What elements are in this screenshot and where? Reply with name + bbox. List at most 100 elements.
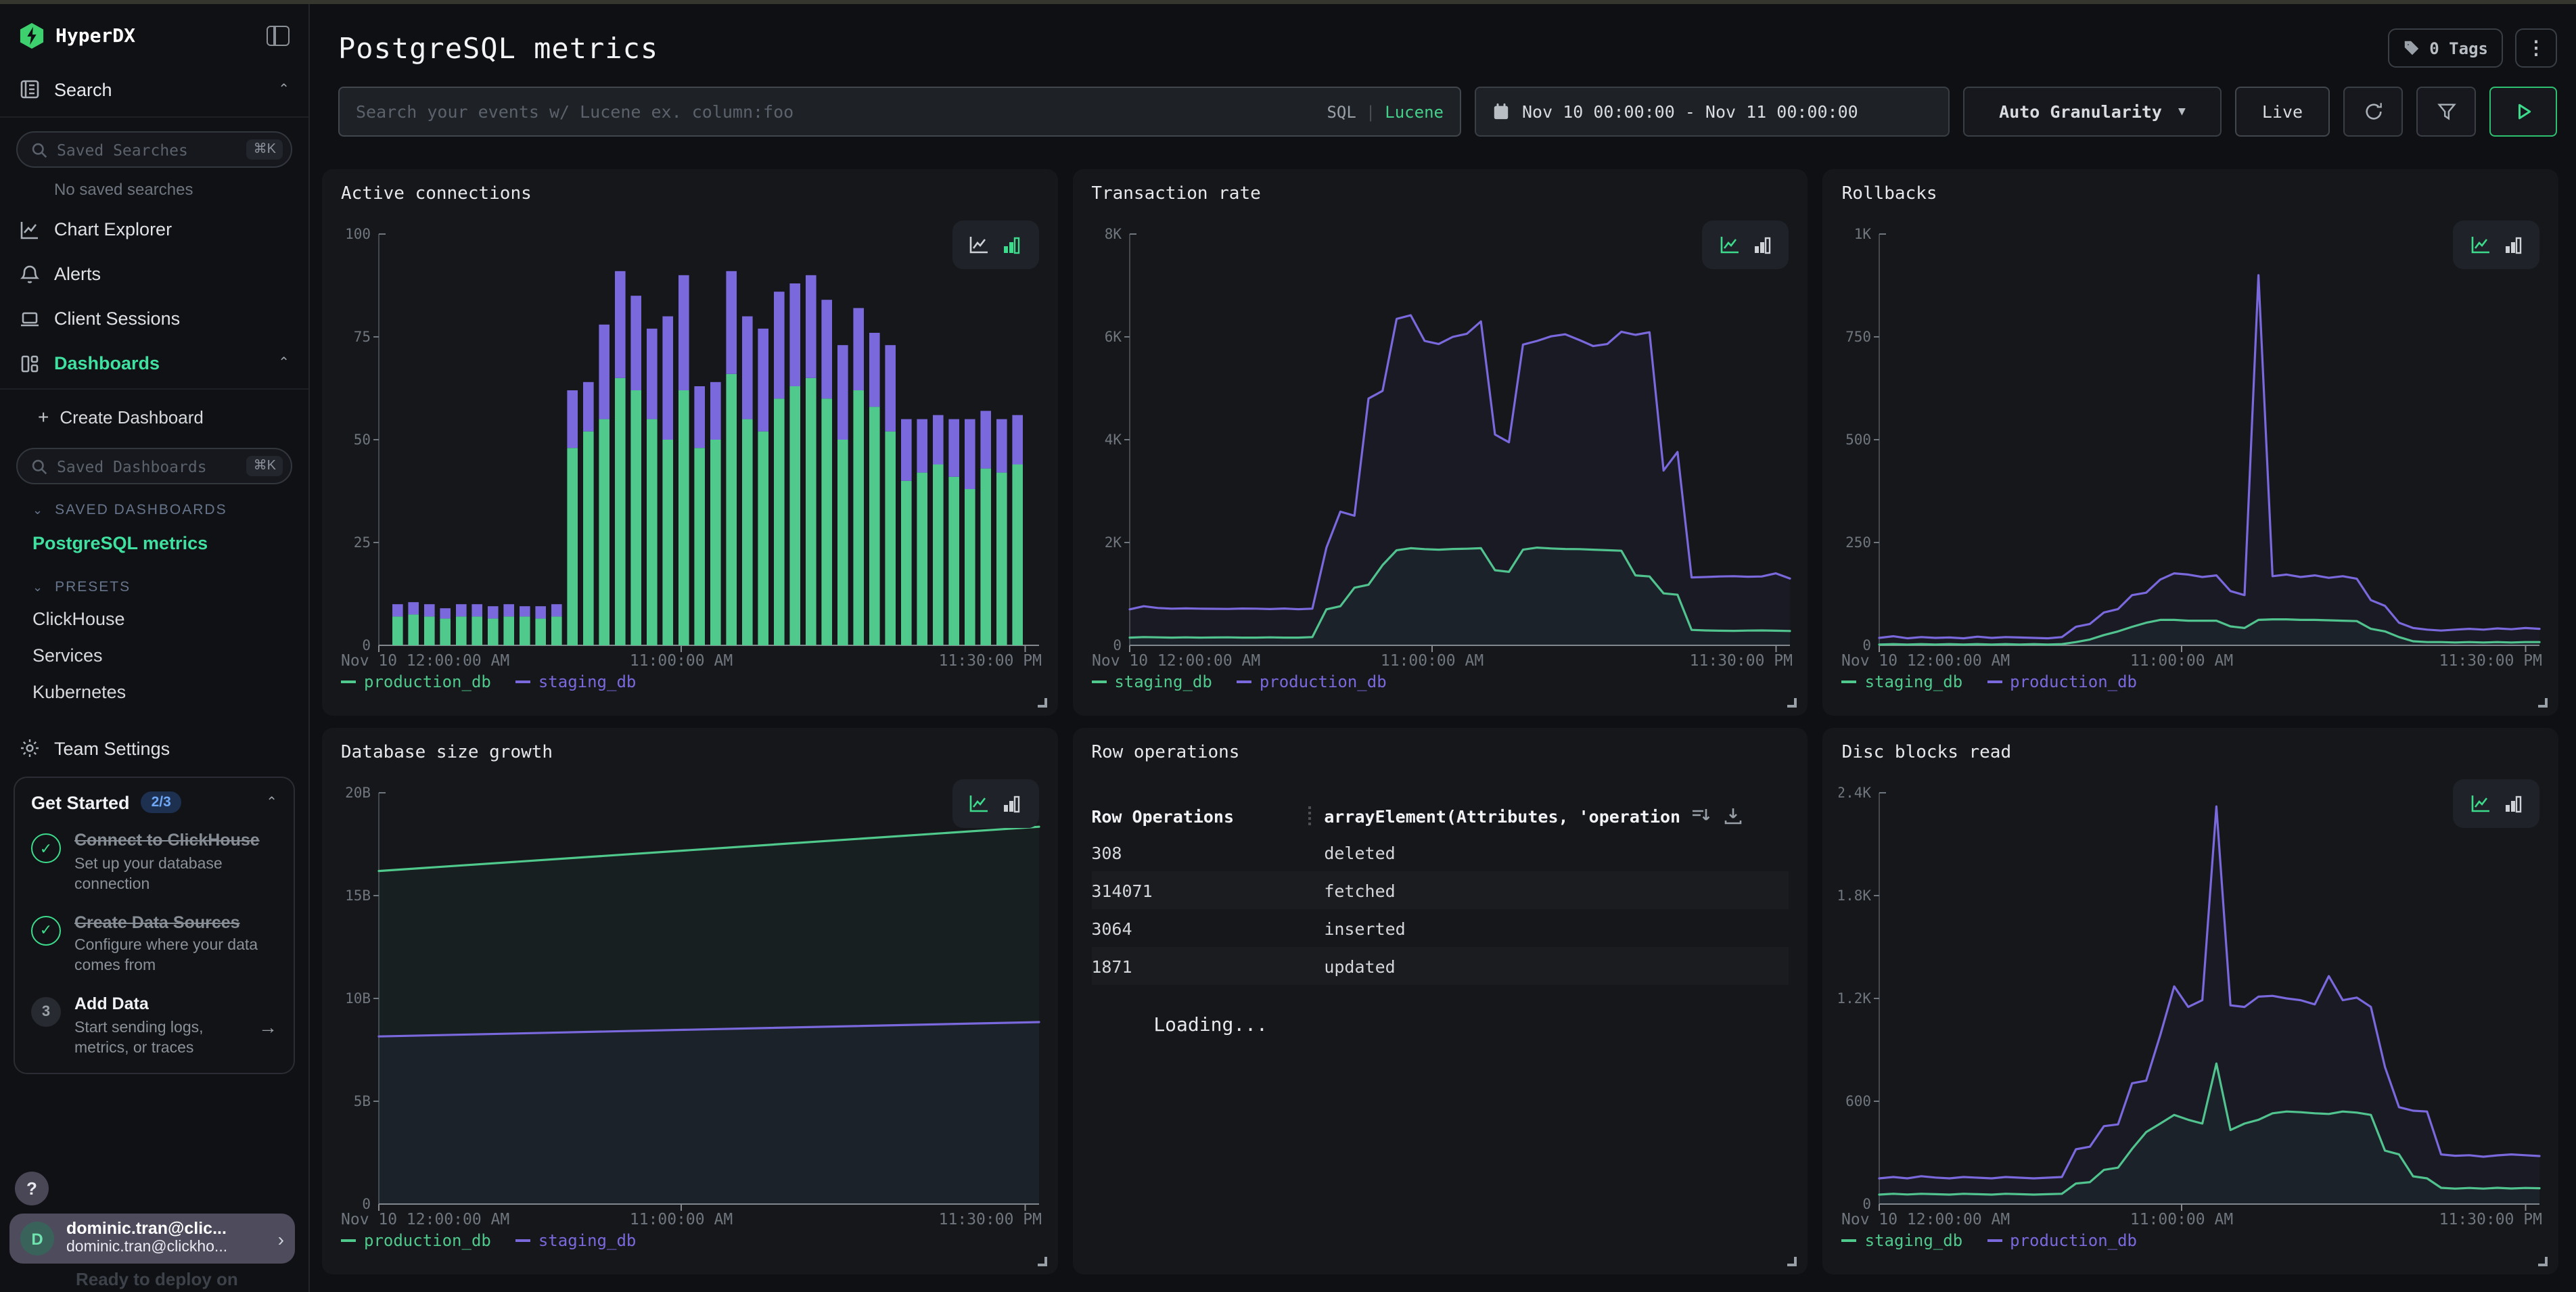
play-icon <box>2514 103 2532 120</box>
saved-dashboards-placeholder: Saved Dashboards <box>57 457 247 476</box>
table-cell-value: 1871 <box>1091 956 1308 976</box>
legend-item-production_db[interactable]: production_db <box>1987 672 2137 691</box>
svg-text:11:00:00 AM: 11:00:00 AM <box>1380 652 1483 670</box>
chart-type-toggle[interactable] <box>952 779 1038 828</box>
presets-section-header[interactable]: ⌄ PRESETS <box>32 579 308 595</box>
resize-handle-icon[interactable] <box>1037 698 1046 708</box>
search-placeholder: Search your events w/ Lucene ex. column:… <box>356 101 1327 122</box>
line-chart-icon[interactable] <box>969 794 989 813</box>
search-input[interactable]: Search your events w/ Lucene ex. column:… <box>338 87 1461 137</box>
svg-text:2K: 2K <box>1104 534 1122 551</box>
column-header[interactable]: arrayElement(Attributes, 'operation') <box>1324 806 1680 826</box>
sidebar-item-client-sessions[interactable]: Client Sessions <box>0 296 308 341</box>
column-grip-icon[interactable] <box>1308 806 1310 825</box>
get-started-header[interactable]: Get Started 2/3 ⌃ <box>31 791 277 813</box>
legend-item-staging_db[interactable]: staging_db <box>1842 1231 1963 1250</box>
legend-item-staging_db[interactable]: staging_db <box>515 672 637 691</box>
create-dashboard-button[interactable]: + Create Dashboard <box>0 394 308 440</box>
legend-swatch <box>1091 680 1106 683</box>
sidebar-item-alerts[interactable]: Alerts <box>0 252 308 296</box>
step-desc: Set up your database connection <box>74 854 277 895</box>
date-range-picker[interactable]: Nov 10 00:00:00 - Nov 11 00:00:00 <box>1475 87 1950 137</box>
tags-button[interactable]: 0 Tags <box>2387 28 2503 68</box>
legend-item-staging_db[interactable]: staging_db <box>1842 672 1963 691</box>
run-query-button[interactable] <box>2489 87 2557 137</box>
sidebar-item-dashboards[interactable]: Dashboards ⌃ <box>0 341 308 386</box>
sidebar-item-team-settings[interactable]: Team Settings <box>19 737 308 759</box>
sidebar-item-chart-explorer[interactable]: Chart Explorer <box>0 207 308 252</box>
user-menu[interactable]: D dominic.tran@clic... dominic.tran@clic… <box>9 1214 295 1264</box>
line-chart-icon[interactable] <box>1720 235 1740 254</box>
gear-icon <box>19 737 41 759</box>
resize-handle-icon[interactable] <box>1037 1257 1046 1266</box>
sidebar-item-clickhouse[interactable]: ClickHouse <box>0 601 308 637</box>
table-row[interactable]: 308deleted <box>1091 833 1789 871</box>
help-button[interactable]: ? <box>15 1172 49 1205</box>
legend-swatch <box>1987 1239 2002 1242</box>
refresh-button[interactable] <box>2343 87 2403 137</box>
saved-searches-input[interactable]: Saved Searches ⌘K <box>16 131 292 168</box>
bar-chart-icon[interactable] <box>1001 794 1021 813</box>
more-options-button[interactable]: ⋮ <box>2515 28 2557 68</box>
legend-item-staging_db[interactable]: staging_db <box>1091 672 1212 691</box>
saved-dashboards-section-header[interactable]: ⌄ SAVED DASHBOARDS <box>32 502 308 518</box>
loading-text: Loading... <box>1153 1015 1268 1036</box>
legend-item-production_db[interactable]: production_db <box>1237 672 1387 691</box>
resize-handle-icon[interactable] <box>1788 1257 1797 1266</box>
sql-toggle[interactable]: SQL <box>1327 102 1356 121</box>
chevron-up-icon[interactable]: ⌃ <box>266 795 277 810</box>
collapse-sidebar-icon[interactable] <box>267 26 290 46</box>
panel-database-size-growth: Database size growth 20B15B10B5B0Nov 10 … <box>322 728 1057 1274</box>
svg-text:750: 750 <box>1846 329 1872 345</box>
bar-chart-icon[interactable] <box>2502 235 2523 254</box>
chart-type-toggle[interactable] <box>952 221 1038 269</box>
legend-item-staging_db[interactable]: staging_db <box>515 1231 637 1250</box>
bar-chart-icon[interactable] <box>1752 235 1772 254</box>
granularity-select[interactable]: Auto Granularity ▼ <box>1963 87 2222 137</box>
sidebar-item-services[interactable]: Services <box>0 637 308 674</box>
resize-handle-icon[interactable] <box>2538 698 2548 708</box>
legend-item-production_db[interactable]: production_db <box>341 1231 491 1250</box>
brand-name: HyperDX <box>55 25 267 47</box>
get-started-step-add-data[interactable]: 3 Add Data Start sending logs, metrics, … <box>31 994 277 1059</box>
filter-button[interactable] <box>2416 87 2476 137</box>
lucene-toggle[interactable]: Lucene <box>1385 102 1444 121</box>
column-header[interactable]: Row Operations <box>1091 806 1308 826</box>
line-chart-icon[interactable] <box>969 235 989 254</box>
sidebar-item-kubernetes[interactable]: Kubernetes <box>0 674 308 710</box>
chevron-up-icon[interactable]: ⌃ <box>278 356 290 371</box>
dashboard-grid: Active connections 1007550250Nov 10 12:0… <box>322 169 2558 1274</box>
bar-chart-icon[interactable] <box>2502 794 2523 813</box>
line-chart-icon[interactable] <box>2470 235 2490 254</box>
live-button[interactable]: Live <box>2235 87 2330 137</box>
search-icon <box>31 458 47 474</box>
sidebar-item-postgresql-metrics[interactable]: PostgreSQL metrics <box>0 525 308 561</box>
app: HyperDX Search ⌃ Saved Searches ⌘K No sa… <box>0 0 2576 1292</box>
svg-text:11:00:00 AM: 11:00:00 AM <box>630 652 733 670</box>
resize-handle-icon[interactable] <box>2538 1257 2548 1266</box>
dashboards-icon <box>19 352 41 374</box>
svg-text:0: 0 <box>362 1196 371 1212</box>
shortcut-badge: ⌘K <box>247 139 283 160</box>
table-row[interactable]: 1871updated <box>1091 947 1789 985</box>
bar-chart-icon[interactable] <box>1001 235 1021 254</box>
sidebar-item-label: Client Sessions <box>54 308 290 329</box>
sort-rows-icon[interactable] <box>1692 806 1711 825</box>
get-started-step-sources[interactable]: ✓ Create Data Sources Configure where yo… <box>31 913 277 977</box>
sidebar: HyperDX Search ⌃ Saved Searches ⌘K No sa… <box>0 0 310 1292</box>
get-started-step-connect[interactable]: ✓ Connect to ClickHouse Set up your data… <box>31 831 277 895</box>
download-icon[interactable] <box>1724 806 1743 825</box>
legend-item-production_db[interactable]: production_db <box>1987 1231 2137 1250</box>
line-chart-icon[interactable] <box>2470 794 2490 813</box>
chevron-up-icon[interactable]: ⌃ <box>278 82 290 97</box>
resize-handle-icon[interactable] <box>1788 698 1797 708</box>
sidebar-item-search[interactable]: Search ⌃ <box>0 62 308 118</box>
chart-type-toggle[interactable] <box>1703 221 1789 269</box>
chart-type-toggle[interactable] <box>2453 221 2539 269</box>
saved-dashboards-input[interactable]: Saved Dashboards ⌘K <box>16 448 292 484</box>
table-row[interactable]: 314071fetched <box>1091 871 1789 909</box>
chart-type-toggle[interactable] <box>2453 779 2539 828</box>
svg-text:1.8K: 1.8K <box>1839 887 1872 904</box>
table-row[interactable]: 3064inserted <box>1091 909 1789 947</box>
legend-item-production_db[interactable]: production_db <box>341 672 491 691</box>
